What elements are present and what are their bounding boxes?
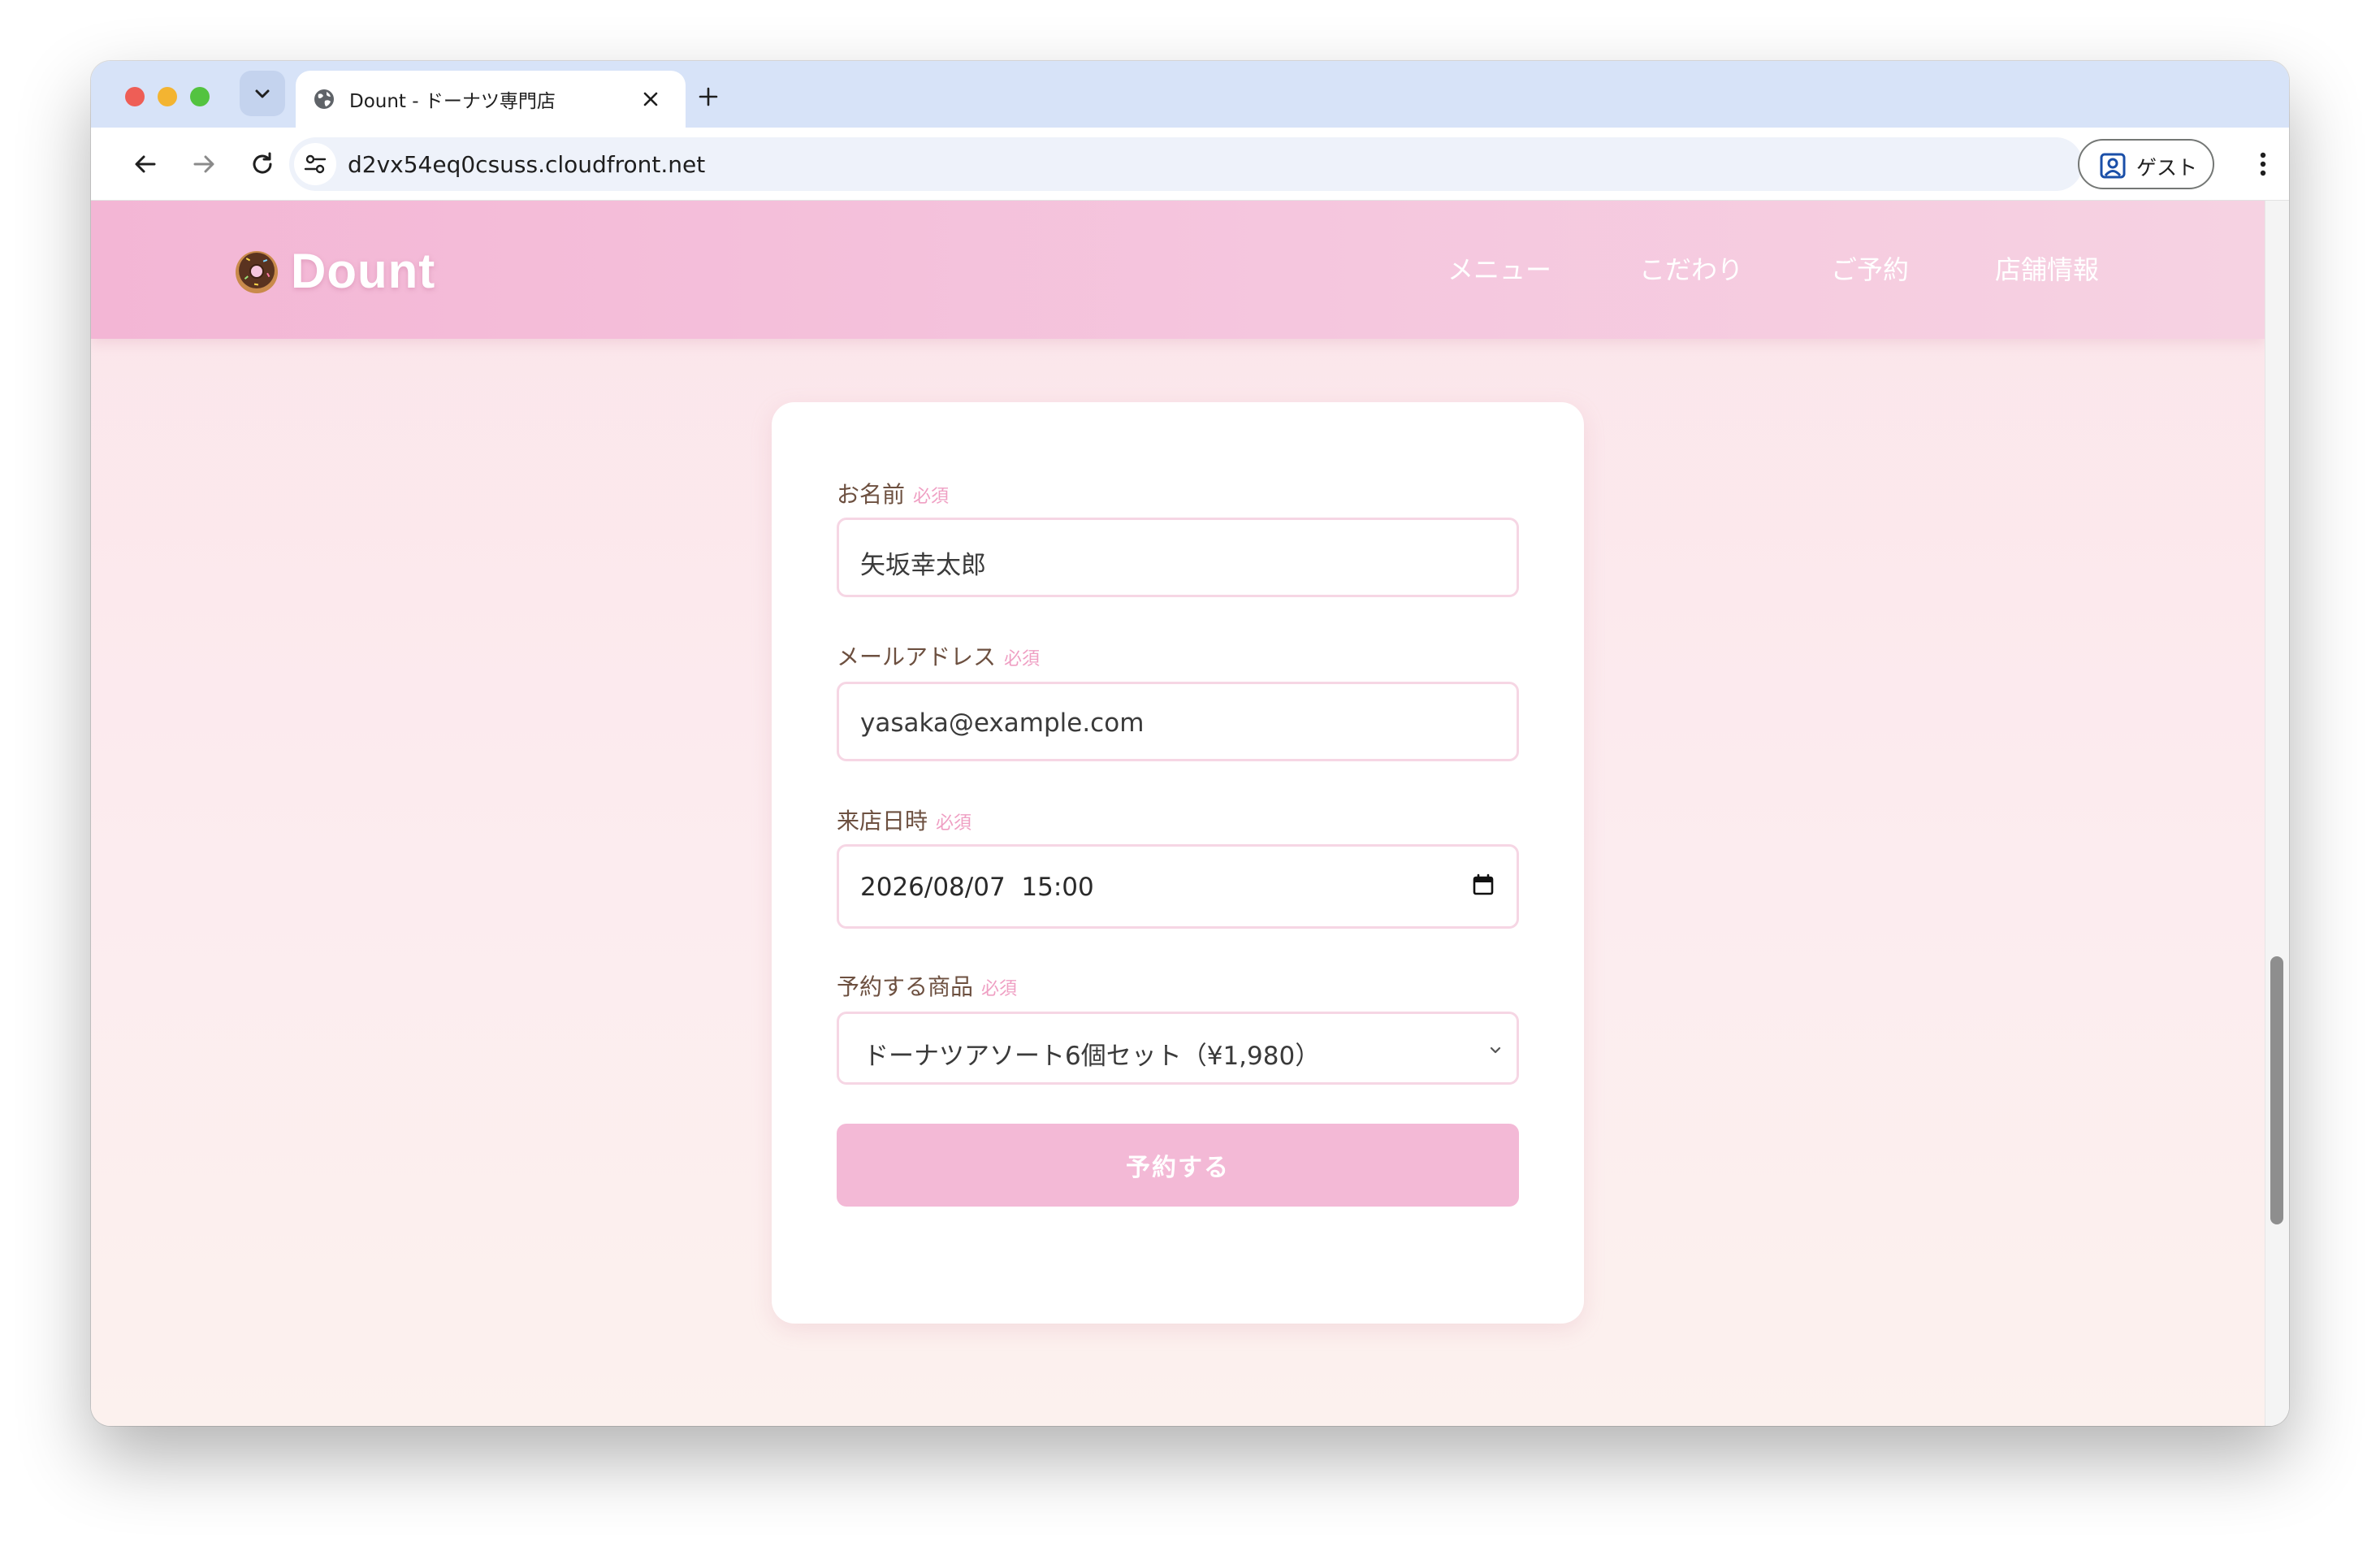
name-field[interactable]: 矢坂幸太郎 [837, 518, 1519, 597]
product-select[interactable]: ドーナツアソート6個セット（¥1,980） [837, 1012, 1519, 1085]
close-window-button[interactable] [125, 87, 145, 106]
nav-link-reservation[interactable]: ご予約 [1831, 249, 1909, 287]
back-button[interactable] [127, 145, 164, 183]
profile-icon [2100, 153, 2126, 179]
required-badge: 必須 [936, 813, 972, 834]
reservation-form: お名前 必須 矢坂幸太郎 メールアドレス 必須 yasaka@example.com… [772, 402, 1584, 1324]
browser-tab-active[interactable]: Dount - ドーナツ専門店 [296, 71, 686, 129]
page-viewport: Dount メニュー こだわり ご予約 店舗情報 お名前 必須 矢坂幸太郎 メール… [91, 201, 2289, 1426]
email-field[interactable]: yasaka@example.com [837, 682, 1519, 761]
required-badge: 必須 [981, 979, 1018, 999]
product-label: 予約する商品 必須 [837, 969, 1017, 1002]
address-bar[interactable]: d2vx54eq0csuss.cloudfront.net [289, 137, 2083, 191]
email-label-text: メールアドレス [837, 644, 997, 670]
forward-button[interactable] [185, 145, 223, 183]
calendar-icon[interactable] [1471, 873, 1495, 897]
site-info-button[interactable] [294, 143, 336, 185]
maximize-window-button[interactable] [190, 87, 210, 106]
browser-window: Dount - ドーナツ専門店 d2vx54eq0csuss.cloudfron… [91, 61, 2289, 1426]
required-badge: 必須 [1004, 649, 1041, 670]
nav-link-store-info[interactable]: 店舗情報 [1995, 249, 2099, 287]
new-tab-button[interactable] [692, 80, 725, 113]
scrollbar-thumb[interactable] [2270, 956, 2283, 1224]
tab-title: Dount - ドーナツ専門店 [349, 91, 556, 112]
email-value: yasaka@example.com [860, 708, 1145, 738]
url-text: d2vx54eq0csuss.cloudfront.net [348, 151, 706, 178]
tab-strip: Dount - ドーナツ専門店 [91, 61, 2289, 129]
browser-menu-button[interactable] [2247, 145, 2279, 183]
submit-reservation-button[interactable]: 予約する [837, 1124, 1519, 1207]
scrollbar-track[interactable] [2265, 201, 2289, 1426]
name-label: お名前 必須 [837, 477, 949, 509]
plus-icon [699, 87, 718, 106]
donut-icon [236, 250, 278, 293]
nav-link-commitment[interactable]: こだわり [1639, 249, 1743, 287]
tab-search-button[interactable] [240, 71, 285, 116]
datetime-label-text: 来店日時 [837, 808, 928, 834]
name-label-text: お名前 [837, 481, 906, 508]
product-selected-value: ドーナツアソート6個セット（¥1,980） [863, 1042, 1321, 1071]
globe-icon [314, 89, 334, 109]
more-vertical-icon [2260, 152, 2266, 176]
chevron-down-icon [255, 89, 270, 98]
site-logo[interactable]: Dount [232, 243, 435, 299]
close-tab-button[interactable] [637, 85, 664, 113]
nav-link-menu[interactable]: メニュー [1447, 249, 1551, 287]
profile-label: ゲスト [2136, 156, 2198, 180]
arrow-left-icon [135, 155, 156, 173]
close-icon [643, 92, 658, 106]
product-label-text: 予約する商品 [837, 973, 974, 1000]
minimize-window-button[interactable] [158, 87, 177, 106]
tune-icon [304, 154, 327, 174]
reload-icon [253, 152, 272, 174]
browser-toolbar: d2vx54eq0csuss.cloudfront.net ゲスト [91, 128, 2289, 201]
site-header: Dount メニュー こだわり ご予約 店舗情報 [91, 201, 2265, 339]
arrow-right-icon [193, 155, 214, 173]
name-value: 矢坂幸太郎 [860, 551, 986, 580]
profile-button[interactable]: ゲスト [2078, 139, 2214, 189]
datetime-label: 来店日時 必須 [837, 804, 971, 836]
site-logo-text: Dount [291, 244, 436, 298]
chevron-down-icon [1490, 1046, 1501, 1054]
datetime-field[interactable]: 2026/08/07 15:00 [837, 844, 1519, 929]
reload-button[interactable] [244, 145, 281, 183]
required-badge: 必須 [913, 487, 950, 507]
datetime-value: 2026/08/07 15:00 [860, 873, 1094, 902]
email-label: メールアドレス 必須 [837, 639, 1040, 672]
